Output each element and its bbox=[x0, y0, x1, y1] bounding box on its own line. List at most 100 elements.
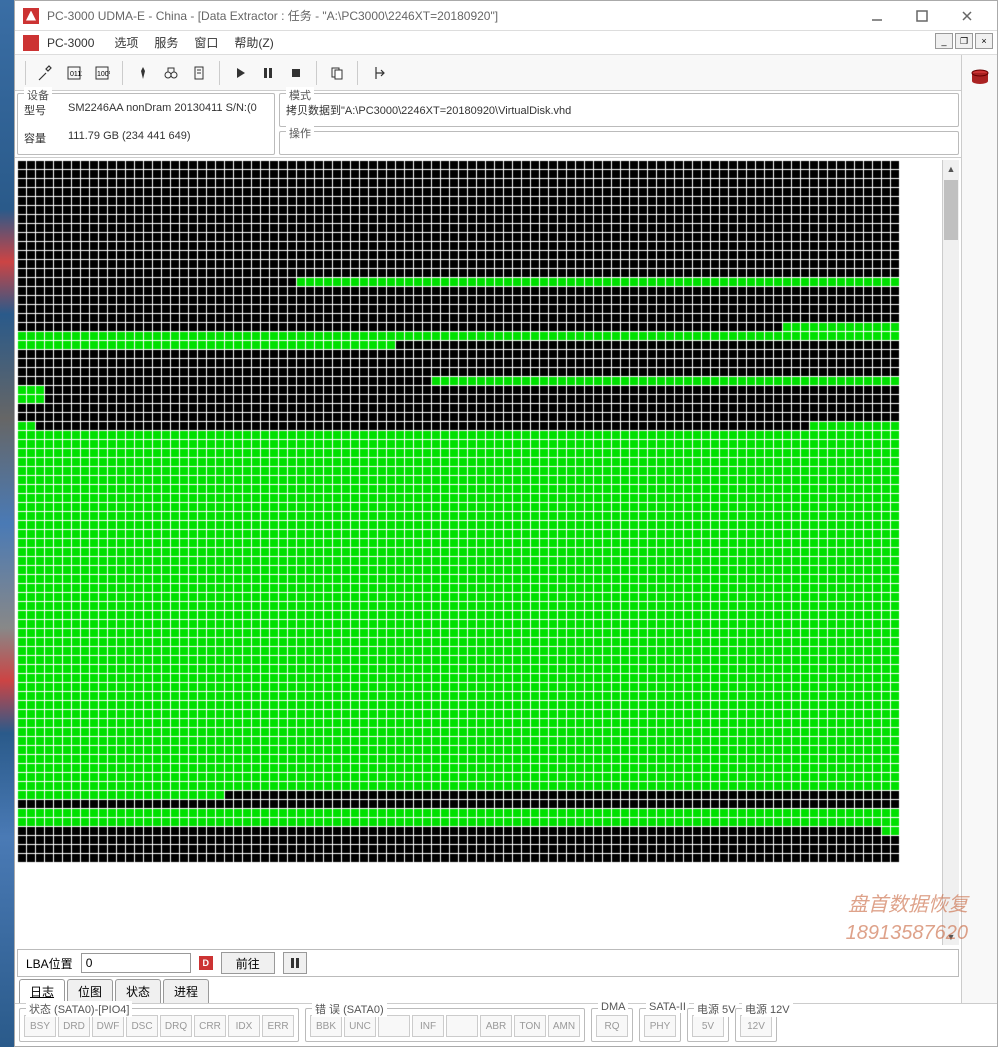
mode-panel-label: 模式 bbox=[286, 87, 314, 103]
menu-options[interactable]: 选项 bbox=[106, 32, 146, 53]
titlebar: PC-3000 UDMA-E - China - [Data Extractor… bbox=[15, 1, 997, 31]
app-icon-small bbox=[23, 35, 39, 51]
status-group-sata2: SATA-II PHY bbox=[639, 1008, 681, 1042]
window-title: PC-3000 UDMA-E - China - [Data Extractor… bbox=[47, 7, 854, 24]
info-panels: 设备 型号 SM2246AA nonDram 20130411 S/N:(0 容… bbox=[15, 91, 961, 158]
lba-input[interactable] bbox=[81, 953, 191, 973]
menu-help[interactable]: 帮助(Z) bbox=[226, 32, 281, 53]
play-button[interactable] bbox=[226, 59, 254, 87]
status-indicator bbox=[446, 1015, 478, 1037]
document-icon[interactable] bbox=[185, 59, 213, 87]
mdi-close-button[interactable]: × bbox=[975, 33, 993, 49]
registers-icon[interactable]: 0111 bbox=[60, 59, 88, 87]
capacity-label: 容量 bbox=[24, 130, 60, 146]
status-group-error-label: 错 误 (SATA0) bbox=[312, 1001, 387, 1017]
status-indicator: IDX bbox=[228, 1015, 260, 1037]
content-area: 0111 100% 设备 bbox=[15, 55, 997, 1003]
lba-row: LBA位置 D 前往 bbox=[17, 949, 959, 977]
status-indicator: 5V bbox=[692, 1015, 724, 1037]
tab-process[interactable]: 进程 bbox=[163, 979, 209, 1003]
disk-tool-icon[interactable] bbox=[966, 63, 994, 91]
menubar: PC-3000 选项 服务 窗口 帮助(Z) _ ❐ × bbox=[15, 31, 997, 55]
desktop-background-strip bbox=[0, 0, 14, 1047]
svg-text:0111: 0111 bbox=[70, 71, 82, 78]
status-indicator: DRQ bbox=[160, 1015, 192, 1037]
status-indicator: ERR bbox=[262, 1015, 294, 1037]
mode-panel: 模式 拷贝数据到"A:\PC3000\2246XT=20180920\Virtu… bbox=[279, 93, 959, 127]
status-group-pwr5-label: 电源 5V bbox=[694, 1001, 739, 1017]
scroll-thumb[interactable] bbox=[944, 180, 958, 240]
status-indicator: DWF bbox=[92, 1015, 124, 1037]
status-indicator: TON bbox=[514, 1015, 546, 1037]
tools-icon[interactable] bbox=[32, 59, 60, 87]
mdi-minimize-button[interactable]: _ bbox=[935, 33, 953, 49]
status-group-pwr5: 电源 5V 5V bbox=[687, 1008, 729, 1042]
content-main: 0111 100% 设备 bbox=[15, 55, 961, 1003]
status-indicator bbox=[378, 1015, 410, 1037]
tab-status[interactable]: 状态 bbox=[115, 979, 161, 1003]
tab-bitmap[interactable]: 位图 bbox=[67, 979, 113, 1003]
mode-value: 拷贝数据到"A:\PC3000\2246XT=20180920\VirtualD… bbox=[286, 102, 571, 118]
capacity-value: 111.79 GB (234 441 649) bbox=[68, 130, 191, 146]
device-panel: 设备 型号 SM2246AA nonDram 20130411 S/N:(0 容… bbox=[17, 93, 275, 155]
sector-map-container: ▲ ▼ bbox=[17, 160, 959, 945]
status-indicator: INF bbox=[412, 1015, 444, 1037]
pause-button[interactable] bbox=[254, 59, 282, 87]
copy-icon[interactable] bbox=[323, 59, 351, 87]
goto-button[interactable]: 前往 bbox=[221, 952, 275, 974]
sector-map[interactable] bbox=[17, 160, 942, 945]
model-label: 型号 bbox=[24, 102, 60, 118]
status-indicator: DSC bbox=[126, 1015, 158, 1037]
menu-window[interactable]: 窗口 bbox=[186, 32, 226, 53]
right-tool-panel bbox=[961, 55, 997, 1003]
stop-button[interactable] bbox=[282, 59, 310, 87]
operation-panel: 操作 bbox=[279, 131, 959, 155]
status-group-error: 错 误 (SATA0) BBKUNCINFABRTONAMN bbox=[305, 1008, 585, 1042]
menu-services[interactable]: 服务 bbox=[146, 32, 186, 53]
status-indicator: BBK bbox=[310, 1015, 342, 1037]
minimize-button[interactable] bbox=[854, 2, 899, 30]
status-group-pwr12: 电源 12V 12V bbox=[735, 1008, 777, 1042]
status-indicator: DRD bbox=[58, 1015, 90, 1037]
status-group-dma-label: DMA bbox=[598, 1001, 628, 1013]
status-indicator: UNC bbox=[344, 1015, 376, 1037]
status-indicator: BSY bbox=[24, 1015, 56, 1037]
main-window: PC-3000 UDMA-E - China - [Data Extractor… bbox=[14, 0, 998, 1047]
status-indicator: ABR bbox=[480, 1015, 512, 1037]
mdi-controls: _ ❐ × bbox=[935, 33, 993, 49]
close-button[interactable] bbox=[944, 2, 989, 30]
sector-map-canvas[interactable] bbox=[17, 160, 900, 863]
status-group-status: 状态 (SATA0)-[PIO4] BSYDRDDWFDSCDRQCRRIDXE… bbox=[19, 1008, 299, 1042]
window-controls bbox=[854, 2, 989, 30]
scroll-down-icon[interactable]: ▼ bbox=[943, 928, 959, 945]
svg-text:100%: 100% bbox=[97, 71, 110, 78]
map-scrollbar[interactable]: ▲ ▼ bbox=[942, 160, 959, 945]
lba-label: LBA位置 bbox=[26, 955, 73, 972]
status-group-status-label: 状态 (SATA0)-[PIO4] bbox=[26, 1001, 132, 1017]
toolbar: 0111 100% bbox=[15, 55, 961, 91]
binoculars-icon[interactable] bbox=[157, 59, 185, 87]
operation-panel-label: 操作 bbox=[286, 125, 314, 141]
tabs-row: 日志 位图 状态 进程 bbox=[15, 979, 961, 1003]
status-indicator: RQ bbox=[596, 1015, 628, 1037]
pin-icon[interactable] bbox=[129, 59, 157, 87]
status-group-dma: DMA RQ bbox=[591, 1008, 633, 1042]
mdi-restore-button[interactable]: ❐ bbox=[955, 33, 973, 49]
model-value: SM2246AA nonDram 20130411 S/N:(0 bbox=[68, 102, 257, 118]
status-group-sata2-label: SATA-II bbox=[646, 1001, 689, 1013]
lba-pause-button[interactable] bbox=[283, 952, 307, 974]
maximize-button[interactable] bbox=[899, 2, 944, 30]
exit-icon[interactable] bbox=[364, 59, 392, 87]
app-name: PC-3000 bbox=[47, 36, 94, 50]
status-indicator: 12V bbox=[740, 1015, 772, 1037]
tab-log[interactable]: 日志 bbox=[19, 979, 65, 1003]
scroll-up-icon[interactable]: ▲ bbox=[943, 160, 959, 177]
status-indicator: AMN bbox=[548, 1015, 580, 1037]
device-panel-label: 设备 bbox=[24, 87, 52, 103]
lba-mode-icon[interactable]: D bbox=[199, 956, 213, 970]
status-indicator: CRR bbox=[194, 1015, 226, 1037]
status-group-pwr12-label: 电源 12V bbox=[742, 1001, 793, 1017]
percent-icon[interactable]: 100% bbox=[88, 59, 116, 87]
status-indicator: PHY bbox=[644, 1015, 676, 1037]
app-icon bbox=[23, 8, 39, 24]
